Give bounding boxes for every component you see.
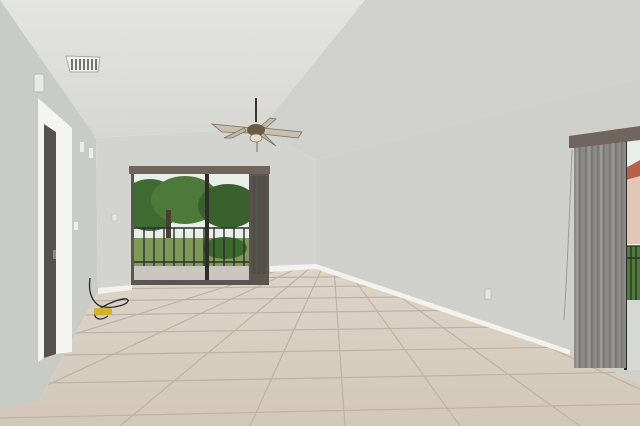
back-wall-outlet — [111, 213, 118, 222]
light-switch — [80, 142, 84, 152]
back-valance — [129, 166, 270, 174]
door-track — [131, 280, 269, 285]
air-vent-icon — [65, 55, 101, 73]
light-switch-2 — [89, 148, 93, 158]
right-window — [624, 140, 640, 370]
door-mullion — [205, 174, 209, 284]
left-doorway — [38, 98, 72, 362]
thermostat — [33, 73, 45, 93]
empty-room-photo — [0, 0, 640, 426]
doorway-opening — [44, 124, 56, 358]
door-hinge — [53, 250, 56, 259]
vertical-blinds — [574, 142, 626, 368]
right-wall-outlet — [484, 288, 492, 300]
wall-outlet — [74, 222, 78, 230]
cable-plug — [94, 308, 112, 315]
back-sliding-door — [129, 166, 270, 285]
